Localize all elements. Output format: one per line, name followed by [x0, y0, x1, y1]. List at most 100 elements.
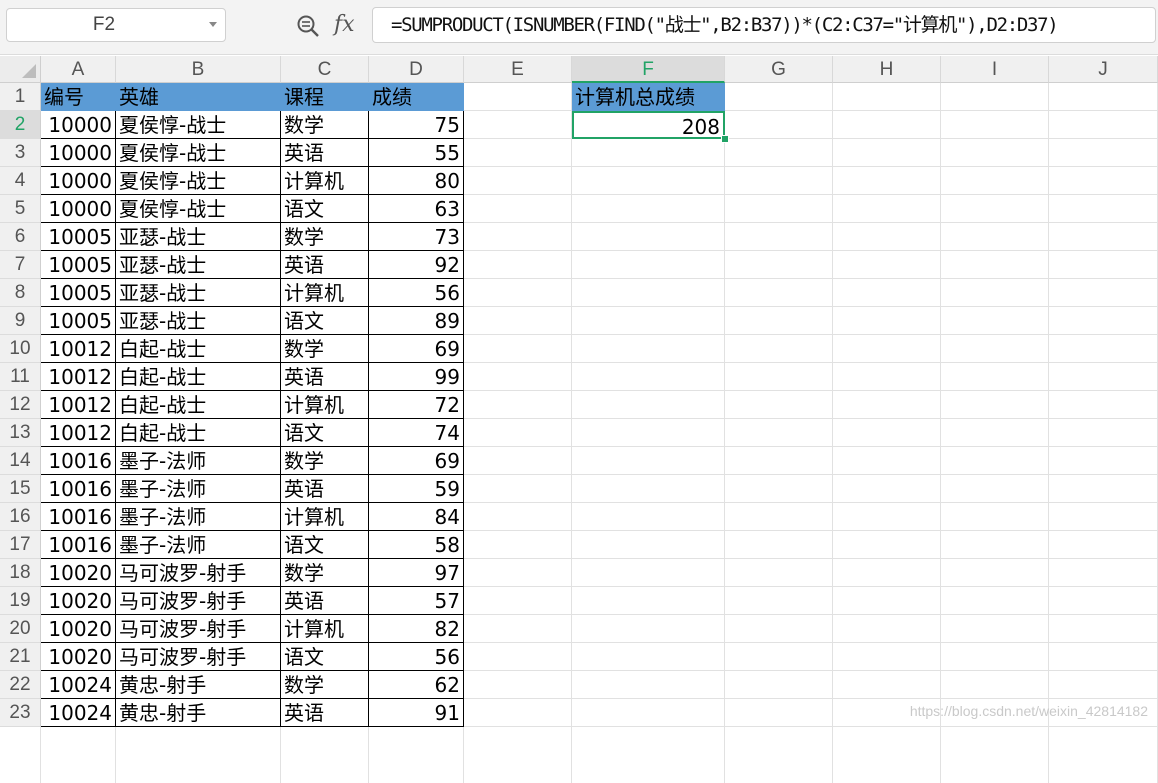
table-cell[interactable]: 数学 [281, 447, 369, 475]
row-header-2[interactable]: 2 [0, 111, 41, 139]
table-cell[interactable]: 63 [369, 195, 464, 223]
table-cell[interactable]: 10012 [41, 419, 116, 447]
table-cell[interactable]: 黄忠-射手 [116, 699, 281, 727]
table-cell[interactable]: 白起-战士 [116, 391, 281, 419]
column-header-e[interactable]: E [464, 56, 572, 83]
row-header-7[interactable]: 7 [0, 251, 41, 279]
table-cell[interactable]: 亚瑟-战士 [116, 223, 281, 251]
row-header-8[interactable]: 8 [0, 279, 41, 307]
table-cell[interactable]: 10005 [41, 307, 116, 335]
table-cell[interactable]: 数学 [281, 671, 369, 699]
table-cell[interactable]: 黄忠-射手 [116, 671, 281, 699]
table-cell[interactable]: 10000 [41, 111, 116, 139]
row-header-18[interactable]: 18 [0, 559, 41, 587]
table-cell[interactable]: 英语 [281, 363, 369, 391]
table-cell[interactable]: 58 [369, 531, 464, 559]
row-header-5[interactable]: 5 [0, 195, 41, 223]
table-cell[interactable]: 75 [369, 111, 464, 139]
table-cell[interactable]: 62 [369, 671, 464, 699]
table-cell[interactable]: 91 [369, 699, 464, 727]
row-header-13[interactable]: 13 [0, 419, 41, 447]
table-cell[interactable]: 99 [369, 363, 464, 391]
table-cell[interactable]: 10000 [41, 139, 116, 167]
table-cell[interactable]: 10012 [41, 335, 116, 363]
table-cell[interactable]: 计算机 [281, 615, 369, 643]
table-cell[interactable]: 55 [369, 139, 464, 167]
table-cell[interactable]: 语文 [281, 419, 369, 447]
select-all-corner[interactable] [0, 56, 41, 83]
table-cell[interactable]: 10005 [41, 223, 116, 251]
table-cell[interactable]: 82 [369, 615, 464, 643]
row-header-4[interactable]: 4 [0, 167, 41, 195]
table-cell[interactable]: 10012 [41, 363, 116, 391]
table-cell[interactable]: 80 [369, 167, 464, 195]
table-cell[interactable]: 69 [369, 447, 464, 475]
table-cell[interactable]: 数学 [281, 559, 369, 587]
column-header-g[interactable]: G [725, 56, 833, 83]
column-header-h[interactable]: H [833, 56, 941, 83]
row-header-10[interactable]: 10 [0, 335, 41, 363]
table-cell[interactable]: 墨子-法师 [116, 447, 281, 475]
table-cell[interactable]: 10000 [41, 167, 116, 195]
table-cell[interactable]: 10016 [41, 475, 116, 503]
table-cell[interactable]: 英语 [281, 251, 369, 279]
table-cell[interactable]: 马可波罗-射手 [116, 587, 281, 615]
table-cell[interactable]: 数学 [281, 111, 369, 139]
table-cell[interactable]: 10012 [41, 391, 116, 419]
table-cell[interactable]: 10016 [41, 531, 116, 559]
row-header-14[interactable]: 14 [0, 447, 41, 475]
table-cell[interactable]: 56 [369, 279, 464, 307]
row-header-16[interactable]: 16 [0, 503, 41, 531]
table-cell[interactable]: 数学 [281, 223, 369, 251]
table-cell[interactable]: 马可波罗-射手 [116, 615, 281, 643]
row-header-17[interactable]: 17 [0, 531, 41, 559]
table-cell[interactable]: 10000 [41, 195, 116, 223]
table-cell[interactable]: 74 [369, 419, 464, 447]
column-header-j[interactable]: J [1049, 56, 1158, 83]
summary-value-cell[interactable]: 208 [572, 111, 725, 139]
table-cell[interactable]: 英语 [281, 699, 369, 727]
chevron-down-icon[interactable] [209, 22, 217, 27]
table-cell[interactable]: 计算机 [281, 391, 369, 419]
column-header-a[interactable]: A [41, 56, 116, 83]
column-header-f[interactable]: F [572, 56, 725, 83]
table-cell[interactable]: 10005 [41, 279, 116, 307]
row-header-21[interactable]: 21 [0, 643, 41, 671]
table-cell[interactable]: 语文 [281, 307, 369, 335]
table-cell[interactable]: 89 [369, 307, 464, 335]
column-header-d[interactable]: D [369, 56, 464, 83]
table-cell[interactable]: 英语 [281, 587, 369, 615]
column-header-c[interactable]: C [281, 56, 369, 83]
table-cell[interactable]: 夏侯惇-战士 [116, 139, 281, 167]
table-cell[interactable]: 计算机 [281, 167, 369, 195]
table-header-cell[interactable]: 英雄 [116, 83, 281, 111]
table-cell[interactable]: 10016 [41, 447, 116, 475]
table-cell[interactable]: 夏侯惇-战士 [116, 111, 281, 139]
table-cell[interactable]: 计算机 [281, 503, 369, 531]
table-cell[interactable]: 马可波罗-射手 [116, 559, 281, 587]
table-cell[interactable]: 59 [369, 475, 464, 503]
table-cell[interactable]: 语文 [281, 531, 369, 559]
table-cell[interactable]: 英语 [281, 475, 369, 503]
table-cell[interactable]: 亚瑟-战士 [116, 279, 281, 307]
table-cell[interactable]: 数学 [281, 335, 369, 363]
table-cell[interactable]: 10024 [41, 699, 116, 727]
summary-header-cell[interactable]: 计算机总成绩 [572, 83, 725, 111]
table-cell[interactable]: 墨子-法师 [116, 503, 281, 531]
row-header-19[interactable]: 19 [0, 587, 41, 615]
table-cell[interactable]: 计算机 [281, 279, 369, 307]
row-header-3[interactable]: 3 [0, 139, 41, 167]
fx-icon[interactable]: fx [334, 8, 355, 42]
zoom-icon[interactable] [296, 14, 320, 38]
table-cell[interactable]: 10024 [41, 671, 116, 699]
table-cell[interactable]: 夏侯惇-战士 [116, 195, 281, 223]
table-cell[interactable]: 夏侯惇-战士 [116, 167, 281, 195]
name-box[interactable]: F2 [6, 8, 226, 42]
table-cell[interactable]: 10020 [41, 643, 116, 671]
row-header-23[interactable]: 23 [0, 699, 41, 727]
table-header-cell[interactable]: 成绩 [369, 83, 464, 111]
table-cell[interactable]: 亚瑟-战士 [116, 307, 281, 335]
column-header-b[interactable]: B [116, 56, 281, 83]
row-header-1[interactable]: 1 [0, 83, 41, 111]
table-cell[interactable]: 10005 [41, 251, 116, 279]
